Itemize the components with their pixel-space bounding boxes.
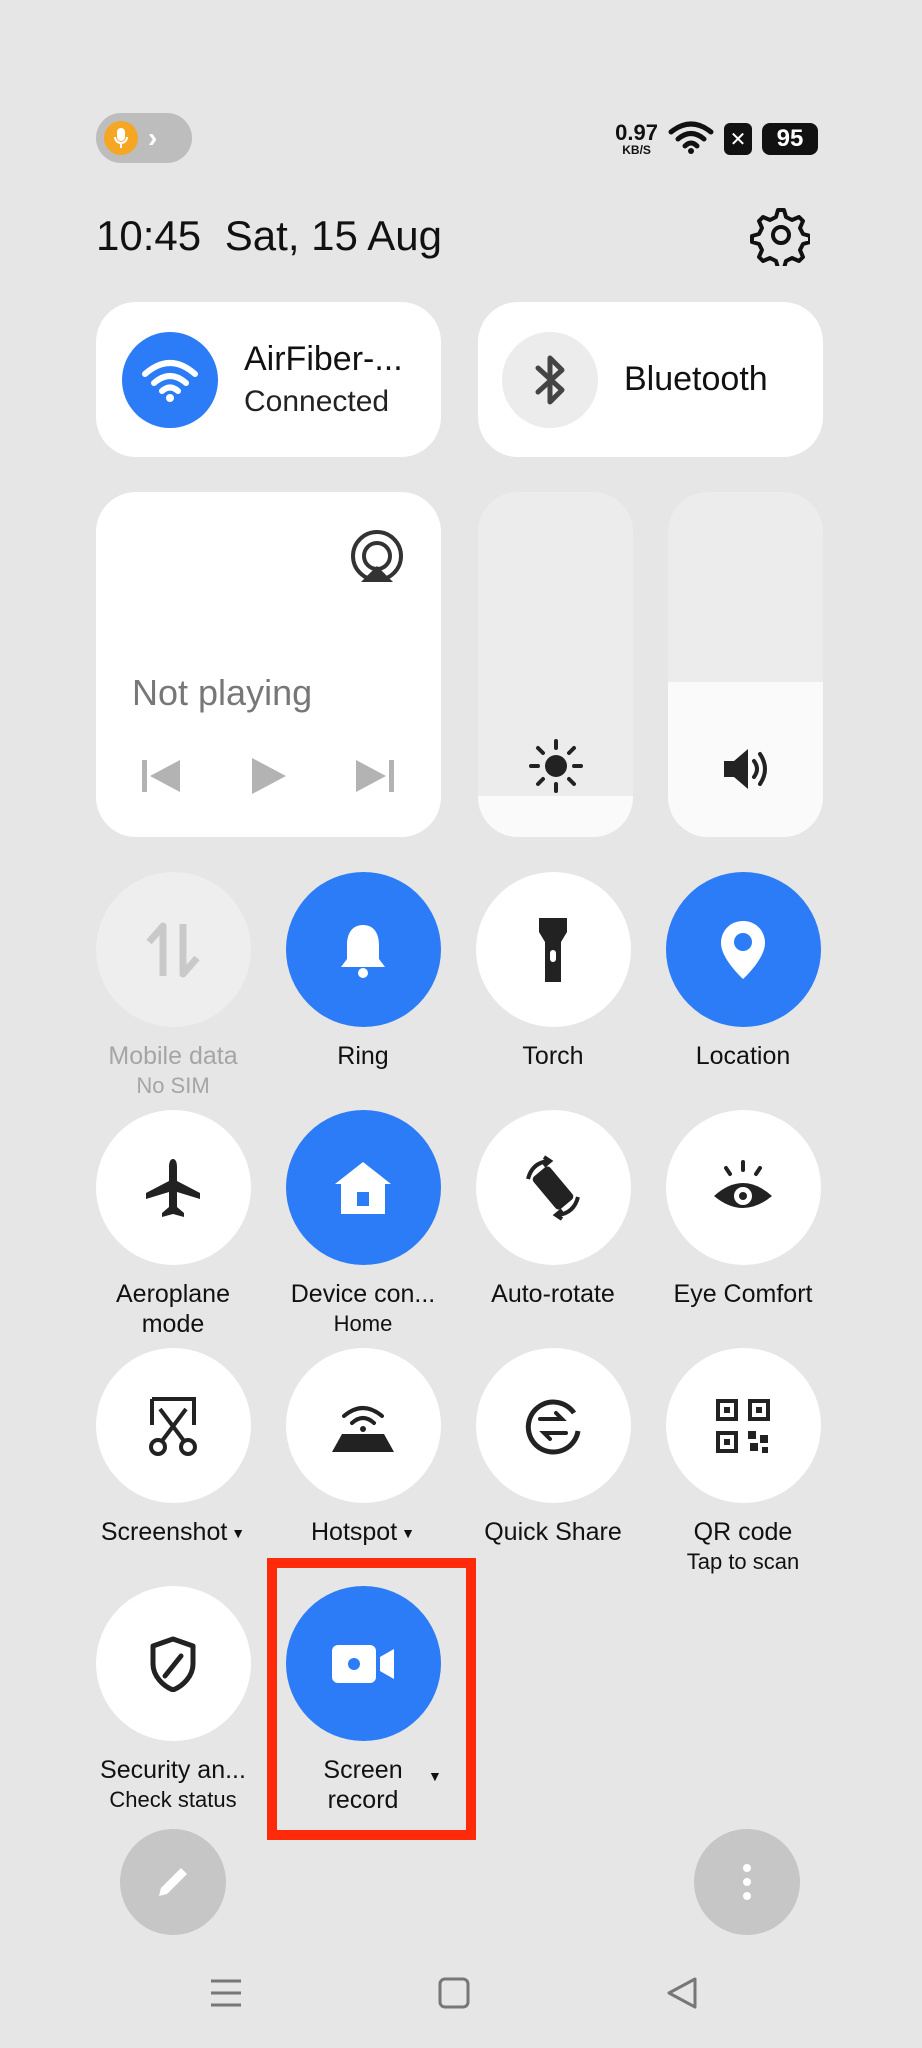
torch-icon (475, 872, 631, 1027)
brightness-level (478, 795, 633, 837)
tile-label: Torch (522, 1042, 584, 1070)
tile-auto-rotate[interactable]: Auto-rotate (458, 1110, 648, 1309)
tile-label: Hotspot ▼ (311, 1517, 415, 1548)
tile-qr-code[interactable]: QR code Tap to scan (648, 1348, 838, 1577)
tile-label: QR code (693, 1518, 793, 1546)
tile-torch[interactable]: Torch (458, 872, 648, 1071)
pencil-icon (159, 1868, 187, 1896)
tile-sublabel: Check status (109, 1787, 237, 1812)
skip-next-icon (356, 760, 394, 792)
tile-label: Auto-rotate (491, 1280, 615, 1308)
cast-output-icon[interactable] (347, 528, 407, 588)
nav-back-button[interactable] (652, 1968, 712, 2018)
privacy-indicator-pill[interactable]: › (96, 113, 192, 163)
tile-label: Location (695, 1042, 791, 1070)
no-sim-icon: ✕ (724, 123, 752, 155)
play-icon (252, 758, 286, 794)
clock-time: 10:45 (96, 212, 202, 259)
date-time: 10:45 Sat, 15 Aug (96, 212, 442, 260)
hotspot-icon (285, 1348, 441, 1503)
tile-label-line2: mode (141, 1310, 205, 1338)
tile-sublabel: Home (333, 1311, 393, 1336)
sun-icon (528, 738, 584, 799)
wifi-status: Connected (244, 385, 390, 418)
home-icon (285, 1110, 441, 1265)
tile-label: Screenshot ▼ (101, 1517, 245, 1548)
tile-label: Quick Share (484, 1518, 622, 1546)
tile-label: Mobile data (108, 1042, 238, 1070)
menu-icon (211, 1979, 241, 2007)
network-speed-unit: KB/S (622, 143, 651, 157)
edit-tiles-button[interactable] (120, 1829, 226, 1935)
gear-icon (750, 208, 812, 270)
caret-down-icon: ▼ (401, 1525, 416, 1542)
qr-code-icon (665, 1348, 821, 1503)
screenshot-scissors-icon (95, 1348, 251, 1503)
bluetooth-card[interactable]: Bluetooth (478, 302, 823, 457)
settings-button[interactable] (748, 204, 812, 270)
tile-location[interactable]: Location (648, 872, 838, 1071)
tile-label: Ring (337, 1042, 389, 1070)
caret-down-icon: ▼ (231, 1525, 246, 1542)
bell-icon (285, 872, 441, 1027)
auto-rotate-icon (475, 1110, 631, 1265)
tile-label-text: Hotspot (310, 1518, 398, 1546)
battery-indicator: 95 (762, 123, 818, 155)
previous-track-button[interactable] (140, 756, 182, 801)
tile-eye-comfort[interactable]: Eye Comfort (648, 1110, 838, 1309)
wifi-signal-icon (668, 120, 714, 159)
airplane-icon (95, 1110, 251, 1265)
wifi-network-name: AirFiber-... (244, 340, 403, 378)
square-icon (438, 1977, 470, 2009)
wifi-icon (122, 331, 218, 428)
skip-previous-icon (142, 760, 180, 792)
highlight-box (267, 1558, 476, 1840)
play-button[interactable] (250, 756, 288, 801)
nav-recents-button[interactable] (196, 1968, 256, 2018)
date-label: Sat, 15 Aug (224, 212, 442, 259)
chevron-right-icon: › (148, 122, 158, 153)
wifi-card[interactable]: AirFiber-... Connected (96, 302, 441, 457)
tile-device-controls[interactable]: Device con... Home (268, 1110, 458, 1339)
network-speed-value: 0.97 (615, 120, 658, 145)
media-player-card[interactable]: Not playing (96, 492, 441, 837)
next-track-button[interactable] (354, 756, 396, 801)
media-status: Not playing (132, 672, 313, 713)
nav-home-button[interactable] (424, 1968, 484, 2018)
tile-screenshot[interactable]: Screenshot ▼ (78, 1348, 268, 1548)
tile-sublabel: Tap to scan (686, 1549, 800, 1574)
status-icons: 0.97 KB/S ✕ 95 (615, 118, 818, 160)
back-triangle-icon (667, 1977, 697, 2009)
bluetooth-icon (502, 331, 598, 428)
mobile-data-icon (95, 872, 251, 1027)
brightness-slider[interactable] (478, 492, 633, 837)
network-speed: 0.97 KB/S (615, 120, 658, 157)
tile-ring[interactable]: Ring (268, 872, 458, 1071)
shield-icon (95, 1586, 251, 1741)
quick-share-icon (475, 1348, 631, 1503)
tile-aeroplane-mode[interactable]: Aeroplane mode (78, 1110, 268, 1339)
tile-quick-share[interactable]: Quick Share (458, 1348, 648, 1547)
tile-security[interactable]: Security an... Check status (78, 1586, 268, 1815)
tile-sublabel: No SIM (136, 1073, 210, 1098)
tile-mobile-data[interactable]: Mobile data No SIM (78, 872, 268, 1101)
tile-hotspot[interactable]: Hotspot ▼ (268, 1348, 458, 1548)
speaker-icon (720, 744, 772, 799)
more-options-button[interactable] (694, 1829, 800, 1935)
tile-label: Eye Comfort (673, 1280, 813, 1308)
tile-label: Security an... (100, 1756, 246, 1784)
microphone-icon (104, 121, 138, 155)
volume-slider[interactable] (668, 492, 823, 837)
location-pin-icon (665, 872, 821, 1027)
tile-label: Device con... (290, 1280, 436, 1308)
eye-comfort-icon (665, 1110, 821, 1265)
more-vertical-icon (743, 1864, 751, 1900)
bluetooth-label: Bluetooth (624, 360, 768, 398)
tile-label-text: Screenshot (100, 1518, 228, 1546)
tile-label: Aeroplane (116, 1280, 230, 1308)
